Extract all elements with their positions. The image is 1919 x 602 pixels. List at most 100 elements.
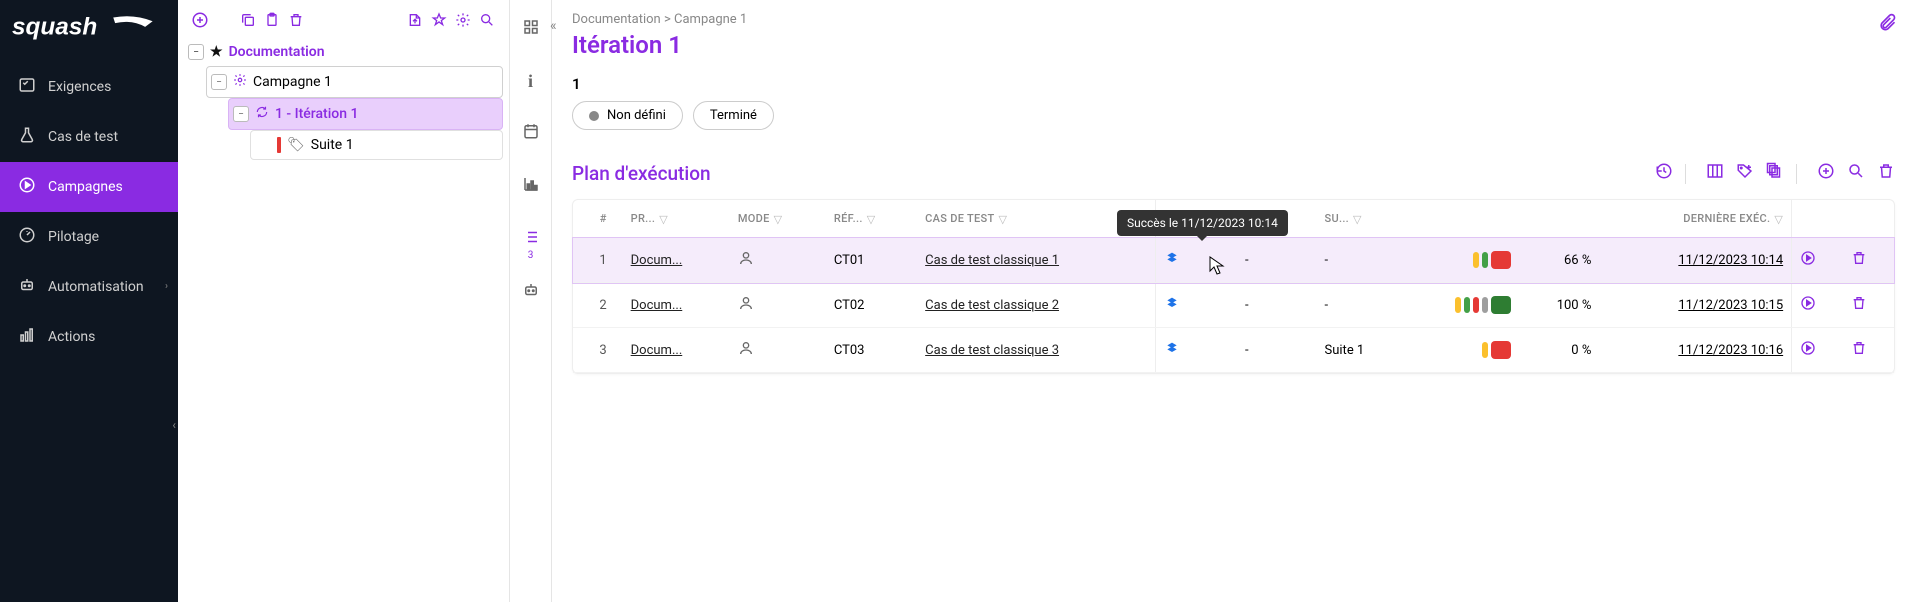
table-row[interactable]: 3 Docum... CT03 Cas de test classique 3 … [573, 328, 1894, 373]
filter-icon[interactable]: ▽ [774, 213, 783, 226]
status-pills: Non défini Terminé [572, 101, 1895, 130]
filter-icon[interactable]: ▽ [1353, 213, 1362, 226]
breadcrumb-root[interactable]: Documentation [572, 12, 661, 27]
project-link[interactable]: Docum... [631, 253, 683, 268]
tree-root[interactable]: − ★ Documentation [184, 38, 503, 66]
cell-status [1405, 283, 1519, 328]
attach-icon[interactable] [1877, 12, 1897, 40]
pill-done[interactable]: Terminé [693, 101, 774, 130]
cell-pct: 66 % [1519, 238, 1599, 283]
info-icon[interactable]: i [528, 71, 533, 92]
table-row[interactable]: 1 Docum... CT01 Cas de test classique 1 … [573, 238, 1894, 283]
cell-num: 1 [573, 238, 623, 283]
trash-button[interactable] [1851, 251, 1867, 270]
sidebar-item-label: Cas de test [48, 129, 118, 145]
cell-project: Docum... [623, 283, 730, 328]
collapse-toggle-icon[interactable]: − [211, 74, 227, 90]
importance-icon [1164, 341, 1180, 360]
pill-undefined[interactable]: Non défini [572, 101, 683, 130]
sidebar-item-automation[interactable]: Automatisation › [0, 262, 178, 312]
tree-suite[interactable]: 🏷 Suite 1 [250, 130, 503, 160]
filter-icon[interactable]: ▽ [1774, 213, 1783, 226]
project-link[interactable]: Docum... [631, 298, 683, 313]
tree-toolbar [178, 0, 509, 38]
settings-icon[interactable] [453, 10, 473, 30]
case-link[interactable]: Cas de test classique 1 [925, 253, 1059, 268]
play-button[interactable] [1800, 341, 1816, 360]
cell-ref: CT02 [826, 283, 917, 328]
date-link[interactable]: 11/12/2023 10:14 [1678, 253, 1783, 268]
play-button[interactable] [1800, 251, 1816, 270]
logo: squash [0, 0, 178, 62]
multi-copy-icon[interactable] [1766, 162, 1784, 185]
copy-icon[interactable] [238, 10, 258, 30]
star-icon[interactable] [429, 10, 449, 30]
play-button[interactable] [1800, 296, 1816, 315]
grid-icon[interactable] [522, 18, 540, 41]
sidebar-item-testcases[interactable]: Cas de test [0, 112, 178, 162]
sidebar-item-requirements[interactable]: Exigences [0, 62, 178, 112]
add-icon[interactable] [190, 10, 210, 30]
suite-color-bar [277, 137, 281, 153]
collapse-left-button[interactable]: « [550, 18, 557, 34]
importance-icon [1164, 251, 1180, 270]
col-ref[interactable]: RÉF...▽ [826, 200, 917, 238]
robot-icon[interactable] [522, 281, 540, 304]
tag-plus-icon[interactable] [1736, 162, 1754, 185]
cell-mode [730, 328, 826, 373]
cell-trash [1843, 328, 1894, 373]
trash-button[interactable] [1851, 341, 1867, 360]
history-icon[interactable] [1655, 162, 1673, 185]
cell-project: Docum... [623, 238, 730, 283]
breadcrumb-campaign[interactable]: Campagne 1 [674, 12, 747, 27]
delete-button[interactable] [1877, 162, 1895, 185]
columns-icon[interactable] [1706, 162, 1724, 185]
chart-icon[interactable] [522, 175, 540, 198]
sidebar-item-dashboard[interactable]: Pilotage [0, 212, 178, 262]
tree-campaign[interactable]: − Campagne 1 [206, 66, 503, 98]
col-pct [1519, 200, 1599, 238]
export-icon[interactable] [405, 10, 425, 30]
search-button[interactable] [1847, 162, 1865, 185]
case-link[interactable]: Cas de test classique 2 [925, 298, 1059, 313]
col-mode[interactable]: MODE▽ [730, 200, 826, 238]
collapse-toggle-icon[interactable]: − [188, 44, 204, 60]
date-link[interactable]: 11/12/2023 10:16 [1678, 343, 1783, 358]
col-last[interactable]: DERNIÈRE EXÉC.▽ [1599, 200, 1791, 238]
list-icon[interactable]: 3 [522, 228, 540, 251]
col-project[interactable]: PR...▽ [623, 200, 730, 238]
collapse-toggle-icon[interactable]: − [233, 106, 249, 122]
actions-icon [18, 326, 36, 348]
iteration-icon [255, 105, 269, 123]
sidebar-item-campaigns[interactable]: Campagnes [0, 162, 178, 212]
person-icon [738, 296, 754, 315]
tree-iteration[interactable]: − 1 - Itération 1 [228, 98, 503, 130]
add-button[interactable] [1817, 162, 1835, 185]
search-icon[interactable] [477, 10, 497, 30]
tree-suite-label: Suite 1 [311, 137, 354, 153]
col-num[interactable]: # [573, 200, 623, 238]
calendar-icon[interactable] [522, 122, 540, 145]
page-title: Itération 1 [572, 31, 1895, 59]
pill-label: Terminé [710, 108, 757, 123]
play-circle-icon [18, 176, 36, 198]
trash-button[interactable] [1851, 296, 1867, 315]
cell-date: 11/12/2023 10:15 [1599, 283, 1791, 328]
filter-icon[interactable]: ▽ [999, 213, 1008, 226]
status-pill [1455, 297, 1461, 313]
filter-icon[interactable]: ▽ [659, 213, 668, 226]
cell-case: Cas de test classique 3 [917, 328, 1155, 373]
dot-icon [589, 111, 599, 121]
col-suite[interactable]: SU...▽ [1317, 200, 1405, 238]
table-row[interactable]: 2 Docum... CT02 Cas de test classique 2 … [573, 283, 1894, 328]
project-link[interactable]: Docum... [631, 343, 683, 358]
cell-ref: CT03 [826, 328, 917, 373]
case-link[interactable]: Cas de test classique 3 [925, 343, 1059, 358]
sidebar-collapse-button[interactable]: ‹ [172, 418, 176, 432]
delete-icon[interactable] [286, 10, 306, 30]
filter-icon[interactable]: ▽ [867, 213, 876, 226]
importance-icon [1164, 296, 1180, 315]
sidebar-item-actions[interactable]: Actions [0, 312, 178, 362]
paste-icon[interactable] [262, 10, 282, 30]
date-link[interactable]: 11/12/2023 10:15 [1678, 298, 1783, 313]
